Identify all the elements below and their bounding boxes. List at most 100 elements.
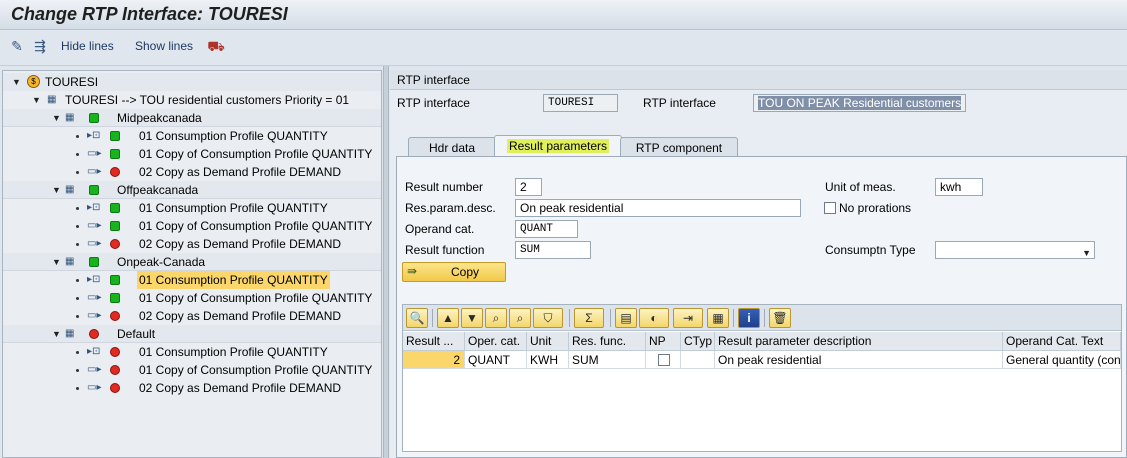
table-cell[interactable]: SUM (569, 351, 646, 369)
tree-item-node[interactable]: ▭▸ 01 Copy of Consumption Profile QUANTIT… (3, 217, 381, 235)
tree-item-node[interactable]: ▸⊡ 01 Consumption Profile QUANTITY (3, 127, 381, 145)
tree-item-node[interactable]: ▸⊡ 01 Consumption Profile QUANTITY (3, 271, 381, 289)
tab-rtp-component[interactable]: RTP component (620, 137, 738, 157)
ok-status-icon (110, 131, 120, 141)
sum-icon[interactable]: Σ (574, 308, 604, 328)
error-status-icon (110, 383, 120, 393)
operand-cat-field[interactable]: QUANT (515, 220, 578, 238)
profile-link-icon: ▸⊡ (87, 202, 101, 213)
sort-descending-icon[interactable]: ▼ (461, 308, 483, 328)
chevron-down-icon[interactable]: ▼ (1082, 245, 1091, 258)
separator (610, 309, 611, 327)
column-header[interactable]: Result parameter description (715, 332, 1003, 351)
tree-item-node[interactable]: ▭▸ 02 Copy as Demand Profile DEMAND (3, 163, 381, 181)
tree-profile-node[interactable]: ▼ ▦ TOURESI --> TOU residential customer… (3, 91, 381, 109)
tab-result-parameters[interactable]: Result parameters (494, 135, 622, 158)
tree-group-node[interactable]: ▼ ▦ Default (3, 325, 381, 343)
rtp-interface-field[interactable]: TOURESI (543, 94, 618, 112)
profile-link-icon: ▸⊡ (87, 274, 101, 285)
print-icon[interactable]: ▤ (615, 308, 637, 328)
grid-toolbar: 🔍 ▲ ▼ ⌕ ⌕ ⛉ Σ ▤ ◐ ⇥ ▦ i 🗑 (403, 305, 1121, 331)
show-lines-button[interactable]: Show lines (135, 39, 193, 53)
tree-group-node[interactable]: ▼ ▦ Offpeakcanada (3, 181, 381, 199)
collapse-icon[interactable]: ▼ (52, 109, 61, 127)
column-header[interactable]: NP (646, 332, 681, 351)
column-header[interactable]: Oper. cat. (465, 332, 527, 351)
collapse-icon[interactable]: ▼ (52, 253, 61, 271)
table-cell[interactable]: General quantity (con (1003, 351, 1121, 369)
ok-status-icon (89, 113, 99, 123)
np-checkbox[interactable] (658, 354, 670, 366)
tree-group-node[interactable]: ▼ ▦ Onpeak-Canada (3, 253, 381, 271)
profile-link-icon: ▭▸ (87, 310, 102, 321)
column-header[interactable]: Unit (527, 332, 569, 351)
ok-status-icon (110, 203, 120, 213)
column-header[interactable]: Operand Cat. Text (1003, 332, 1121, 351)
delete-icon[interactable]: 🗑 (769, 308, 791, 328)
no-prorations-checkbox[interactable] (824, 202, 836, 214)
tree-item-node[interactable]: ▸⊡ 01 Consumption Profile QUANTITY (3, 343, 381, 361)
sort-ascending-icon[interactable]: ▲ (437, 308, 459, 328)
info-icon[interactable]: i (738, 308, 760, 328)
result-function-field[interactable]: SUM (515, 241, 591, 259)
views-icon[interactable]: ◐ (639, 308, 669, 328)
result-function-label: Result function (405, 243, 485, 257)
consumptn-type-label: Consumptn Type (825, 243, 916, 257)
tree-item-node[interactable]: ▭▸ 02 Copy as Demand Profile DEMAND (3, 307, 381, 325)
details-icon[interactable]: 🔍 (406, 308, 428, 328)
bullet (76, 225, 79, 228)
collapse-icon[interactable]: ▼ (52, 181, 61, 199)
table-cell[interactable]: KWH (527, 351, 569, 369)
bullet (76, 279, 79, 282)
hide-lines-button[interactable]: Hide lines (61, 39, 114, 53)
tree-root-node[interactable]: ▼ $ TOURESI (3, 73, 381, 91)
tree-item-label: 02 Copy as Demand Profile DEMAND (139, 237, 342, 251)
tree-item-node[interactable]: ▸⊡ 01 Consumption Profile QUANTITY (3, 199, 381, 217)
tree-item-node[interactable]: ▭▸ 02 Copy as Demand Profile DEMAND (3, 235, 381, 253)
column-header[interactable]: CTyp (681, 332, 715, 351)
tree-group-node[interactable]: ▼ ▦ Midpeakcanada (3, 109, 381, 127)
rtp-tree: ▼ $ TOURESI ▼ ▦ TOURESI --> TOU resident… (2, 70, 382, 458)
consumptn-type-dropdown[interactable]: ▼ (935, 241, 1095, 259)
table-cell[interactable]: On peak residential (715, 351, 1003, 369)
profile-link-icon: ▭▸ (87, 220, 102, 231)
display-change-icon[interactable]: ✎ (8, 37, 26, 55)
tree-item-node[interactable]: ▭▸ 01 Copy of Consumption Profile QUANTIT… (3, 361, 381, 379)
splitter[interactable] (383, 66, 389, 458)
tree-group-label: Default (117, 327, 156, 341)
ok-status-icon (110, 275, 120, 285)
filter-icon[interactable]: ⛉ (533, 308, 563, 328)
export-icon[interactable]: ⇥ (673, 308, 703, 328)
rtp-desc-field[interactable]: TOU ON PEAK Residential customers (753, 94, 966, 112)
result-number-field[interactable]: 2 (515, 178, 542, 196)
table-cell[interactable] (646, 351, 681, 369)
tree-item-node[interactable]: ▭▸ 01 Copy of Consumption Profile QUANTIT… (3, 289, 381, 307)
tab-hdr-data[interactable]: Hdr data (408, 137, 496, 157)
other-object-icon[interactable]: ⇶ (31, 37, 49, 55)
tree-item-label: 02 Copy as Demand Profile DEMAND (139, 165, 342, 179)
tree-item-node[interactable]: ▭▸ 02 Copy as Demand Profile DEMAND (3, 379, 381, 397)
table-cell[interactable] (681, 351, 715, 369)
bullet (76, 369, 79, 372)
bullet (76, 207, 79, 210)
profile-link-icon: ▭▸ (87, 382, 102, 393)
column-header[interactable]: Res. func. (569, 332, 646, 351)
collapse-icon[interactable]: ▼ (32, 91, 41, 109)
tree-item-node[interactable]: ▭▸ 01 Copy of Consumption Profile QUANTIT… (3, 145, 381, 163)
separator (432, 309, 433, 327)
layout-icon[interactable]: ▦ (707, 308, 729, 328)
table-cell[interactable]: QUANT (465, 351, 527, 369)
group-icon: ▦ (65, 184, 75, 195)
transport-icon[interactable]: ⛟ (207, 37, 225, 55)
column-header[interactable]: Result ... (403, 332, 465, 351)
find-icon[interactable]: ⌕ (485, 308, 507, 328)
unit-of-meas-field[interactable]: kwh (935, 178, 983, 196)
unit-of-meas-label: Unit of meas. (825, 180, 896, 194)
res-param-desc-field[interactable]: On peak residential (515, 199, 801, 217)
find-next-icon[interactable]: ⌕ (509, 308, 531, 328)
collapse-icon[interactable]: ▼ (52, 325, 61, 343)
copy-button[interactable]: ⇛ Copy (402, 262, 506, 282)
collapse-icon[interactable]: ▼ (12, 73, 21, 91)
operand-cat-label: Operand cat. (405, 222, 475, 236)
table-cell[interactable]: 2 (403, 351, 465, 369)
